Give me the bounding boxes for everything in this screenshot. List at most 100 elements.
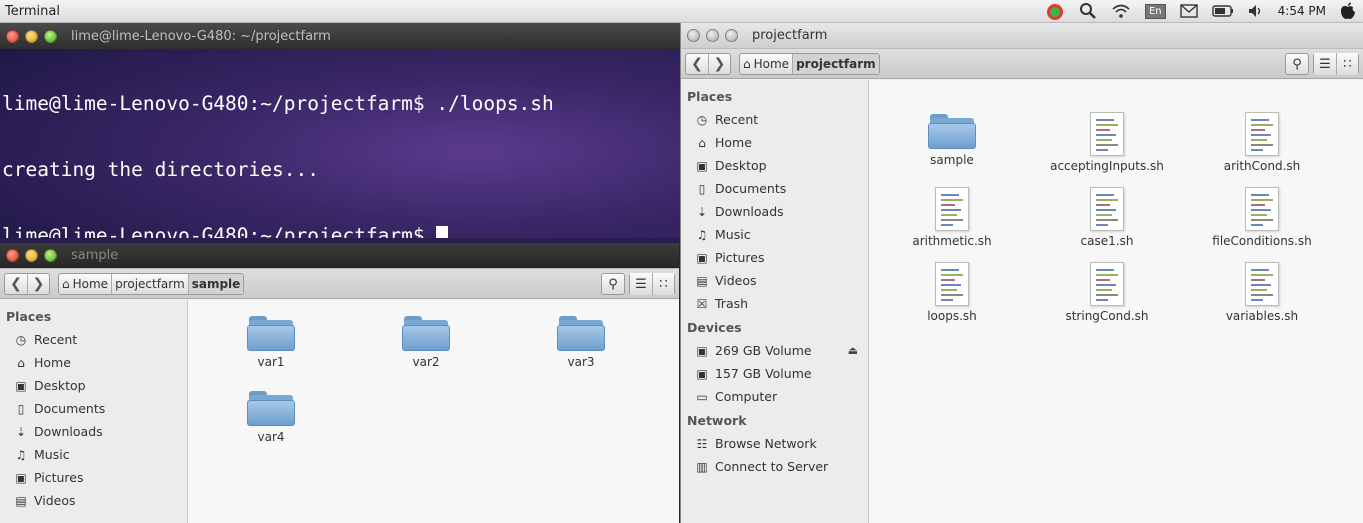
sidebar-item-connect-to-server[interactable]: ▥ Connect to Server — [681, 455, 868, 478]
file-item[interactable]: acceptingInputs.sh — [1037, 112, 1177, 173]
sidebar-item-desktop[interactable]: ▣ Desktop — [0, 374, 187, 397]
sidebar-section-network: Network — [687, 413, 747, 428]
sidebar-item-label: Videos — [715, 273, 757, 288]
sidebar-item-home[interactable]: ⌂ Home — [681, 131, 868, 154]
file-view[interactable]: sample acceptingInputs.sh arithCond.sh arit… — [869, 80, 1363, 523]
sidebar-item-computer[interactable]: ▭ Computer — [681, 385, 868, 408]
search-button[interactable]: ⚲ — [1285, 53, 1309, 75]
documents-icon: ▯ — [698, 181, 706, 196]
forward-button[interactable]: ❯ — [27, 273, 49, 294]
minimize-button[interactable] — [25, 249, 38, 262]
file-item[interactable]: variables.sh — [1192, 262, 1332, 323]
sidebar-item-music[interactable]: ♫ Music — [681, 223, 868, 246]
sidebar-item-pictures[interactable]: ▣ Pictures — [681, 246, 868, 269]
folder-item[interactable]: var1 — [201, 314, 341, 369]
maximize-button[interactable] — [44, 29, 57, 43]
sidebar-item-music[interactable]: ♫ Music — [0, 443, 187, 466]
minimize-button[interactable] — [706, 29, 719, 42]
file-item[interactable]: fileConditions.sh — [1192, 187, 1332, 248]
sidebar-item-videos[interactable]: ▤ Videos — [681, 269, 868, 292]
close-button[interactable] — [6, 249, 19, 262]
shell-script-icon — [1090, 262, 1124, 306]
file-item[interactable]: stringCond.sh — [1037, 262, 1177, 323]
sidebar-item-label: Computer — [715, 389, 778, 404]
fm-toolbar: ❮ ❯ ⌂ Home projectfarm ⚲ ☰ ∷ — [681, 49, 1363, 79]
back-button[interactable]: ❮ — [5, 274, 27, 294]
maximize-button[interactable] — [725, 29, 738, 42]
volume-icon[interactable] — [1248, 4, 1264, 18]
terminal-window[interactable]: lime@lime-Lenovo-G480: ~/projectfarm lim… — [0, 23, 680, 238]
clock[interactable]: 4:54 PM — [1278, 4, 1326, 18]
crumb-projectfarm[interactable]: projectfarm — [111, 273, 188, 294]
minimize-button[interactable] — [25, 29, 38, 43]
file-view[interactable]: var1 var2 var3 var4 — [188, 300, 679, 523]
sidebar-item-label: Trash — [715, 296, 749, 311]
sidebar-item-desktop[interactable]: ▣ Desktop — [681, 154, 868, 177]
eject-icon[interactable]: ⏏ — [848, 344, 858, 357]
folder-item[interactable]: sample — [882, 112, 1022, 167]
file-item[interactable]: loops.sh — [882, 262, 1022, 323]
terminal-titlebar[interactable]: lime@lime-Lenovo-G480: ~/projectfarm — [0, 23, 680, 49]
battery-icon[interactable] — [1211, 5, 1234, 17]
grid-view-button[interactable]: ∷ — [652, 273, 674, 295]
file-manager-projectfarm[interactable]: projectfarm ❮ ❯ ⌂ Home projectfarm ⚲ ☰ ∷ P… — [680, 23, 1363, 523]
sidebar-item-pictures[interactable]: ▣ Pictures — [0, 466, 187, 489]
mail-icon[interactable] — [1179, 4, 1198, 18]
update-notifier-icon[interactable] — [1045, 1, 1065, 21]
terminal-output[interactable]: lime@lime-Lenovo-G480:~/projectfarm$ ./l… — [0, 49, 680, 238]
sidebar-item-trash[interactable]: ☒ Trash — [681, 292, 868, 315]
item-label: var2 — [412, 355, 440, 369]
network-icon: ☷ — [696, 436, 708, 451]
folder-item[interactable]: var4 — [201, 389, 341, 444]
search-icon[interactable] — [1079, 2, 1097, 20]
back-button[interactable]: ❮ — [686, 54, 708, 74]
sidebar-item-label: Home — [34, 355, 71, 370]
sidebar-item-browse-network[interactable]: ☷ Browse Network — [681, 432, 868, 455]
file-manager-sample[interactable]: sample ❮ ❯ ⌂ Home projectfarm sample ⚲ ☰ ∷… — [0, 243, 679, 523]
window-title: sample — [71, 248, 119, 263]
sidebar-item-label: Downloads — [715, 204, 784, 219]
item-label: acceptingInputs.sh — [1050, 159, 1164, 173]
sidebar-item-157-gb-volume[interactable]: ▣ 157 GB Volume — [681, 362, 868, 385]
crumb-sample[interactable]: sample — [187, 273, 244, 294]
sidebar-item-label: Music — [34, 447, 70, 462]
maximize-button[interactable] — [44, 249, 57, 262]
grid-view-button[interactable]: ∷ — [1336, 53, 1358, 75]
wifi-icon[interactable] — [1111, 3, 1131, 19]
sidebar-item-269-gb-volume[interactable]: ▣ 269 GB Volume ⏏ — [681, 339, 868, 362]
close-button[interactable] — [6, 29, 19, 43]
crumb-projectfarm[interactable]: projectfarm — [792, 53, 879, 74]
search-button[interactable]: ⚲ — [601, 273, 625, 295]
projectfarm-titlebar[interactable]: projectfarm — [681, 23, 1363, 49]
folder-item[interactable]: var2 — [356, 314, 496, 369]
sidebar-item-recent[interactable]: ◷ Recent — [0, 328, 187, 351]
downloads-icon: ⇣ — [696, 204, 708, 219]
forward-button[interactable]: ❯ — [708, 53, 730, 74]
sidebar-item-documents[interactable]: ▯ Documents — [0, 397, 187, 420]
list-view-button[interactable]: ☰ — [630, 273, 652, 295]
terminal-line: creating the directories... — [2, 158, 319, 181]
keyboard-layout-indicator[interactable]: En — [1144, 3, 1166, 19]
sidebar-item-label: Browse Network — [715, 436, 817, 451]
sidebar-item-home[interactable]: ⌂ Home — [0, 351, 187, 374]
list-view-button[interactable]: ☰ — [1314, 53, 1336, 75]
sidebar-item-documents[interactable]: ▯ Documents — [681, 177, 868, 200]
sidebar-item-downloads[interactable]: ⇣ Downloads — [681, 200, 868, 223]
sidebar-section-places: Places — [6, 309, 52, 324]
file-item[interactable]: arithCond.sh — [1192, 112, 1332, 173]
crumb-home[interactable]: ⌂ Home — [740, 54, 792, 74]
system-tray: En 4:54 PM — [1038, 0, 1363, 22]
file-item[interactable]: arithmetic.sh — [882, 187, 1022, 248]
crumb-home[interactable]: ⌂ Home — [59, 274, 111, 294]
file-item[interactable]: case1.sh — [1037, 187, 1177, 248]
apple-menu-icon[interactable] — [1340, 2, 1356, 20]
home-icon: ⌂ — [743, 56, 751, 71]
sidebar-item-label: Downloads — [34, 424, 103, 439]
sidebar-item-downloads[interactable]: ⇣ Downloads — [0, 420, 187, 443]
sidebar-item-videos[interactable]: ▤ Videos — [0, 489, 187, 512]
sample-titlebar[interactable]: sample — [0, 243, 679, 269]
close-button[interactable] — [687, 29, 700, 42]
sidebar-item-recent[interactable]: ◷ Recent — [681, 108, 868, 131]
folder-item[interactable]: var3 — [511, 314, 651, 369]
crumb-label: Home — [72, 276, 109, 291]
